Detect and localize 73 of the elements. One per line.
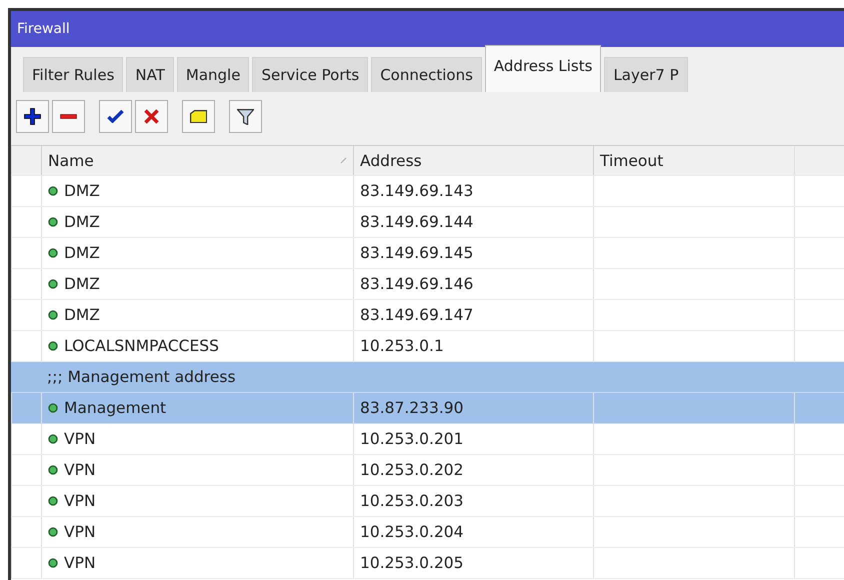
checkmark-button[interactable] — [99, 100, 132, 133]
status-dot-icon — [48, 248, 58, 258]
table-cell: 10.253.0.204 — [353, 517, 593, 547]
name-text: DMZ — [64, 275, 100, 293]
table-row[interactable]: VPN 10.253.0.202 — [11, 455, 844, 486]
minus-icon — [60, 114, 77, 119]
table-cell: 83.149.69.146 — [353, 269, 593, 299]
table-row[interactable]: VPN 10.253.0.203 — [11, 486, 844, 517]
table-row[interactable]: VPN 10.253.0.205 — [11, 548, 844, 579]
table-cell: 83.149.69.144 — [353, 207, 593, 237]
table-row[interactable]: DMZ 83.149.69.145 — [11, 238, 844, 269]
filter-button[interactable] — [229, 100, 262, 133]
column-header[interactable]: Name — [41, 146, 353, 175]
minus-button[interactable] — [52, 100, 85, 133]
note-button[interactable] — [182, 100, 215, 133]
tab[interactable]: Address Lists — [484, 45, 602, 92]
table-cell: 83.87.233.90 — [353, 393, 593, 423]
tab[interactable]: Layer7 P — [604, 57, 688, 92]
cross-button[interactable] — [135, 100, 168, 133]
column-header[interactable]: Timeout — [593, 146, 794, 175]
table-cell: 83.149.69.143 — [353, 176, 593, 206]
name-text: Management — [64, 399, 166, 417]
table-row[interactable]: VPN 10.253.0.201 — [11, 424, 844, 455]
tab[interactable]: Mangle — [176, 57, 250, 92]
plus-button[interactable] — [16, 100, 49, 133]
table-row[interactable]: LOCALSNMPACCESS 10.253.0.1 — [11, 331, 844, 362]
status-dot-icon — [48, 434, 58, 444]
tab[interactable]: Connections — [371, 57, 482, 92]
name-text: VPN — [64, 554, 96, 572]
name-text: DMZ — [64, 213, 100, 231]
name-text: DMZ — [64, 244, 100, 262]
tab[interactable]: NAT — [126, 57, 174, 92]
plus-icon — [24, 108, 41, 125]
table-cell: 83.149.69.145 — [353, 238, 593, 268]
table-row[interactable]: DMZ 83.149.69.144 — [11, 207, 844, 238]
tab[interactable]: Service Ports — [252, 57, 368, 92]
name-text: VPN — [64, 492, 96, 510]
name-text: LOCALSNMPACCESS — [64, 337, 219, 355]
status-dot-icon — [48, 186, 58, 196]
table-row[interactable]: DMZ 83.149.69.146 — [11, 269, 844, 300]
table-cell: 83.149.69.147 — [353, 300, 593, 330]
name-text: VPN — [64, 523, 96, 541]
table-cell: 10.253.0.202 — [353, 455, 593, 485]
status-dot-icon — [48, 527, 58, 537]
table-row[interactable]: VPN 10.253.0.204 — [11, 517, 844, 548]
table-row[interactable]: Management 83.87.233.90 — [11, 393, 844, 424]
table-cell: 10.253.0.201 — [353, 424, 593, 454]
name-text: VPN — [64, 461, 96, 479]
table-cell: 10.253.0.1 — [353, 331, 593, 361]
table-row[interactable]: DMZ 83.149.69.143 — [11, 176, 844, 207]
table-cell: 10.253.0.205 — [353, 548, 593, 578]
checkmark-icon — [107, 110, 124, 123]
sort-icon — [340, 157, 347, 164]
status-dot-icon — [48, 558, 58, 568]
tab[interactable]: Filter Rules — [23, 57, 124, 92]
cross-icon — [144, 109, 159, 124]
column-header[interactable]: Address — [353, 146, 593, 175]
name-text: DMZ — [64, 182, 100, 200]
window-title: Firewall — [11, 11, 844, 47]
note-icon — [190, 110, 207, 123]
status-dot-icon — [48, 465, 58, 475]
status-dot-icon — [48, 279, 58, 289]
comment-row[interactable]: ;;; Management address — [11, 362, 844, 393]
name-text: VPN — [64, 430, 96, 448]
table-cell: 10.253.0.203 — [353, 486, 593, 516]
status-dot-icon — [48, 310, 58, 320]
name-text: DMZ — [64, 306, 100, 324]
table-row[interactable]: DMZ 83.149.69.147 — [11, 300, 844, 331]
status-dot-icon — [48, 341, 58, 351]
filter-icon — [237, 108, 254, 124]
status-dot-icon — [48, 217, 58, 227]
status-dot-icon — [48, 403, 58, 413]
status-dot-icon — [48, 496, 58, 506]
